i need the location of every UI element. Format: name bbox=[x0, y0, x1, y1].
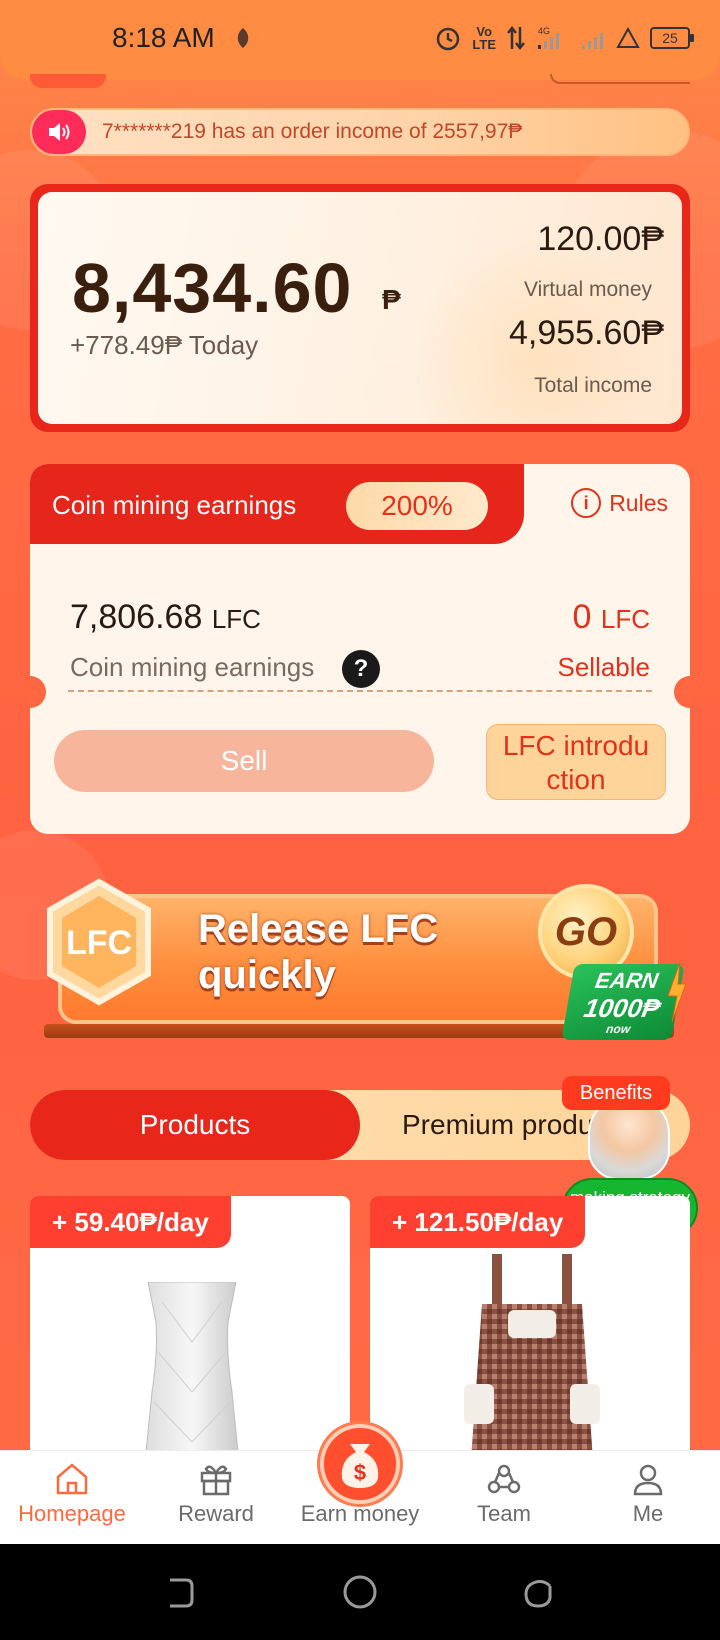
balance-amount: 8,434.60 bbox=[72, 249, 353, 327]
battery-indicator: 25 bbox=[650, 27, 694, 49]
balance-card: 8,434.60 ₱ +778.49₱ Today 120.00₱ Virtua… bbox=[30, 184, 690, 432]
svg-text:LFC: LFC bbox=[66, 924, 132, 962]
recent-apps-icon[interactable] bbox=[522, 1576, 556, 1610]
mining-rate-badge: 200% bbox=[346, 482, 488, 530]
lfc-introduction-button[interactable]: LFC introdu ction bbox=[486, 724, 666, 800]
leaf-icon bbox=[237, 28, 249, 48]
mining-header: Coin mining earnings 200% bbox=[30, 464, 524, 544]
svg-text:4G: 4G bbox=[538, 26, 550, 36]
signal-icon-2 bbox=[582, 33, 603, 49]
total-income-label: Total income bbox=[534, 374, 652, 397]
status-icons: Vo LTE 4G 25 bbox=[434, 24, 694, 52]
virtual-money-amount: 120.00₱ bbox=[537, 220, 664, 258]
tab-products[interactable]: Products bbox=[30, 1090, 360, 1160]
card-notch-left bbox=[30, 676, 46, 708]
home-circle-icon[interactable] bbox=[342, 1574, 378, 1610]
top-peek-right bbox=[550, 74, 690, 84]
back-icon[interactable] bbox=[162, 1576, 196, 1610]
data-arrows-icon bbox=[507, 25, 525, 51]
product-daily-income: + 59.40₱/day bbox=[30, 1196, 231, 1248]
virtual-money-label: Virtual money bbox=[523, 278, 652, 301]
card-notch-right bbox=[674, 676, 690, 708]
product-daily-income: + 121.50₱/day bbox=[370, 1196, 586, 1248]
speaker-icon bbox=[32, 110, 86, 154]
system-nav-bar bbox=[0, 1544, 720, 1640]
total-income-amount: 4,955.60₱ bbox=[508, 314, 664, 352]
nav-reward[interactable]: Reward bbox=[144, 1461, 288, 1527]
mining-title: Coin mining earnings bbox=[52, 490, 297, 520]
volte-indicator: Vo LTE bbox=[472, 24, 496, 52]
apron-product-image bbox=[464, 1254, 600, 1456]
nav-homepage[interactable]: Homepage bbox=[0, 1461, 144, 1527]
sellable-label: Sellable bbox=[557, 652, 650, 682]
top-peek-left bbox=[30, 74, 106, 88]
alarm-icon bbox=[437, 27, 460, 51]
release-lfc-banner[interactable]: LFC Release LFC quickly GO EARN 1000₱ no… bbox=[38, 876, 687, 1054]
product-card[interactable]: + 121.50₱/day bbox=[370, 1196, 690, 1456]
release-banner-title: Release LFC quickly bbox=[198, 907, 439, 997]
coin-mining-card: Coin mining earnings 200% i Rules 7,806.… bbox=[30, 464, 690, 834]
help-icon[interactable]: ? bbox=[342, 650, 380, 688]
team-icon bbox=[487, 1464, 521, 1494]
lightning-icon bbox=[667, 962, 687, 1022]
benefits-badge[interactable]: Benefits bbox=[562, 1076, 670, 1110]
nav-me[interactable]: Me bbox=[576, 1461, 720, 1527]
svg-text:$: $ bbox=[354, 1460, 366, 1485]
balance-currency: ₱ bbox=[382, 284, 401, 315]
mining-earnings-label: Coin mining earnings bbox=[70, 652, 315, 682]
notice-text: 7*******219 has an order income of 2557,… bbox=[102, 120, 523, 143]
sellable-value: 0 LFC bbox=[572, 598, 651, 636]
rules-button[interactable]: i Rules bbox=[571, 488, 668, 518]
status-bar: 8:18 AM Vo LTE 4G 25 bbox=[0, 0, 720, 80]
today-earnings: +778.49₱ Today bbox=[70, 330, 259, 360]
lfc-badge-icon: LFC bbox=[47, 878, 151, 1006]
signal-icon: 4G bbox=[538, 26, 559, 49]
status-time: 8:18 AM bbox=[112, 22, 215, 53]
divider bbox=[68, 690, 652, 692]
nav-team[interactable]: Team bbox=[432, 1461, 576, 1527]
earn-money-fab[interactable]: $ bbox=[320, 1424, 400, 1504]
money-bag-icon: $ bbox=[341, 1444, 379, 1488]
vase-product-image bbox=[145, 1282, 239, 1456]
gift-icon bbox=[200, 1465, 232, 1496]
mining-earnings-value: 7,806.68 LFC bbox=[70, 598, 261, 636]
home-icon bbox=[56, 1463, 88, 1495]
sell-button[interactable]: Sell bbox=[54, 730, 434, 792]
income-notice-bar[interactable]: 7*******219 has an order income of 2557,… bbox=[30, 108, 690, 156]
info-icon: i bbox=[571, 488, 602, 518]
product-card[interactable]: + 59.40₱/day bbox=[30, 1196, 350, 1456]
warning-icon bbox=[616, 26, 640, 48]
rules-label: Rules bbox=[609, 489, 668, 516]
profile-icon bbox=[633, 1464, 663, 1496]
